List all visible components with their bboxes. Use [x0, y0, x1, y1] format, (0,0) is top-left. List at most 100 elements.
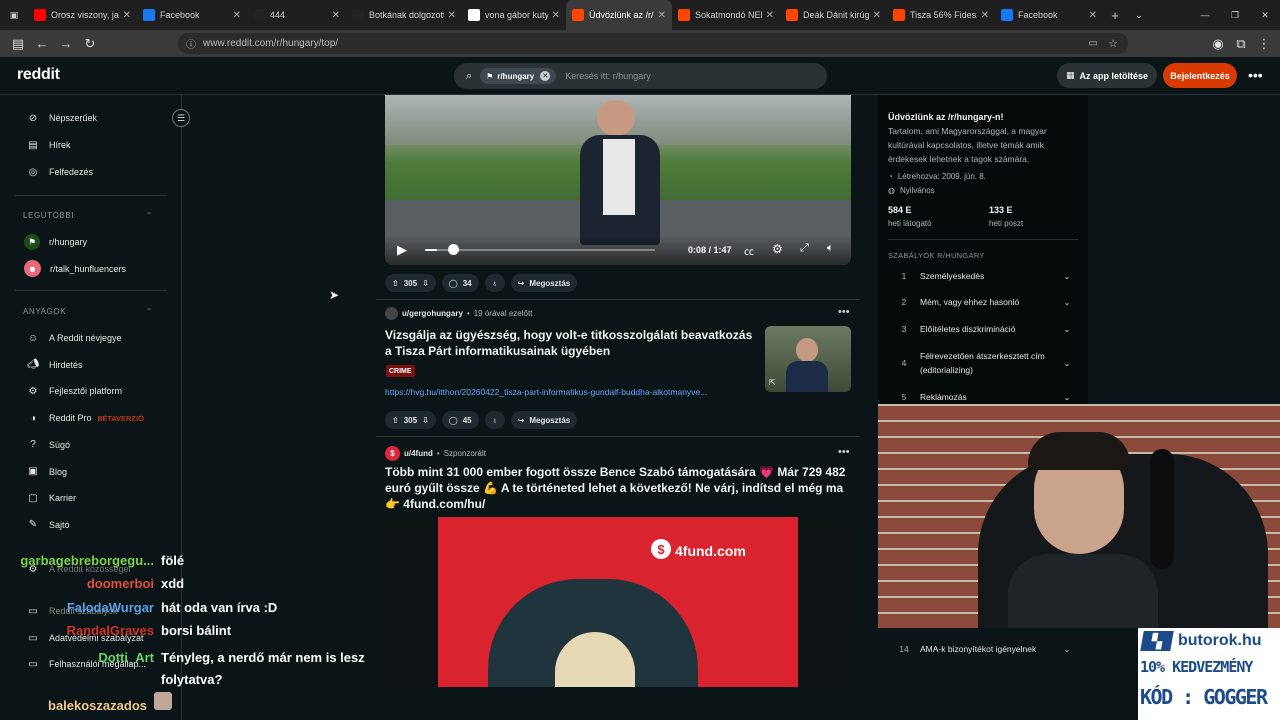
comment-count: 34 — [462, 278, 472, 288]
restore-icon[interactable]: ❐ — [1220, 0, 1250, 30]
browser-tab[interactable]: Facebook ✕ — [137, 0, 247, 30]
close-tab-icon[interactable]: ✕ — [448, 10, 456, 21]
video-progress-track[interactable] — [425, 249, 655, 251]
close-tab-icon[interactable]: ✕ — [1089, 10, 1097, 21]
share-button[interactable]: ↪ Megosztás — [510, 274, 578, 292]
favorite-star-icon[interactable]: ☆ — [1108, 37, 1118, 50]
site-info-icon[interactable]: ⓘ — [186, 36, 196, 51]
reload-icon[interactable]: ↻ — [78, 36, 102, 52]
browser-tab[interactable]: Tisza 56% Fidesz 21 ✕ — [887, 0, 995, 30]
new-tab-button[interactable]: + — [1103, 0, 1127, 30]
ad-image[interactable]: $ 4fund.com — [385, 517, 851, 687]
post-title[interactable]: Több mint 31 000 ember fogott össze Benc… — [385, 464, 855, 512]
tab-search-icon[interactable]: ⌄ — [1127, 0, 1151, 30]
back-icon[interactable]: ← — [30, 36, 54, 51]
extensions-icon[interactable]: ⧉ — [1229, 36, 1253, 52]
downvote-icon[interactable]: ⇩ — [422, 279, 429, 288]
upvote-icon[interactable]: ⇧ — [392, 416, 399, 425]
browser-tab[interactable]: vona gábor kutya - ✕ — [462, 0, 566, 30]
address-bar[interactable]: ⓘ www.reddit.com/r/hungary/top/ ▭ ☆ — [178, 33, 1128, 54]
post-link[interactable]: https://hvg.hu/itthon/20260422_tisza-par… — [385, 387, 759, 397]
reddit-logo[interactable]: reddit — [17, 66, 60, 84]
search-input[interactable]: Keresés itt: r/hungary — [565, 71, 651, 81]
comments-button[interactable]: ◯ 45 — [441, 411, 479, 429]
sidebar-item-resource[interactable]: 📣︎ Hirdetés — [26, 358, 83, 372]
post-thumbnail[interactable]: ⇱ — [765, 326, 851, 392]
comments-button[interactable]: ◯ 34 — [441, 274, 479, 292]
user-avatar[interactable] — [385, 307, 398, 320]
login-button[interactable]: Bejelentkezés — [1163, 63, 1237, 88]
post-actions: ⇧ 305 ⇩ ◯ 34 ♁ ↪ Megosztás — [385, 274, 578, 292]
browser-tab[interactable]: Botkának dolgozott ✕ — [346, 0, 462, 30]
sidebar-toggle-icon[interactable]: ▤ — [6, 36, 30, 52]
rule-item-5[interactable]: 5 Reklámozás ⌄ — [888, 391, 1073, 403]
captions-icon[interactable]: ㏄ — [744, 243, 754, 258]
sidebar-item-resource[interactable]: ✎ Sajtó — [26, 518, 70, 532]
browser-tab[interactable]: Facebook ✕ — [995, 0, 1103, 30]
rule-item-2[interactable]: 2 Mém, vagy ehhez hasonló ⌄ — [888, 297, 1073, 307]
recent-section-header[interactable]: LEGUTÓBBI ⌃ — [23, 211, 153, 220]
browser-tab[interactable]: 444 ✕ — [247, 0, 346, 30]
stat-posts-value: 133 E — [989, 205, 1013, 215]
sidebar-item-explore[interactable]: ◎ Felfedezés — [26, 165, 93, 179]
profile-icon[interactable]: ◉ — [1206, 36, 1230, 52]
tab-actions-icon[interactable]: ▣ — [0, 0, 28, 30]
sidebar-item-popular[interactable]: ⊘ Népszerűek — [26, 111, 97, 125]
close-tab-icon[interactable]: ✕ — [552, 10, 560, 21]
get-app-button[interactable]: ▦ Az app letöltése — [1057, 63, 1157, 88]
chip-close-icon[interactable]: ✕ — [540, 71, 551, 81]
rule-item-1[interactable]: 1 Személyeskedés ⌄ — [888, 271, 1073, 281]
close-tab-icon[interactable]: ✕ — [658, 10, 666, 21]
sidebar-item-resource[interactable]: ⚙ Fejlesztői platform — [26, 384, 123, 398]
sidebar-item-resource[interactable]: ◑ Reddit Pro BÉTAVERZIÓ — [26, 411, 144, 425]
browser-menu-icon[interactable]: ⋮ — [1252, 36, 1276, 52]
post-title[interactable]: Vizsgálja az ügyészség, hogy volt-e titk… — [385, 327, 755, 359]
sidebar-item-resource[interactable]: ? Súgó — [26, 438, 70, 452]
close-tab-icon[interactable]: ✕ — [233, 10, 241, 21]
close-window-icon[interactable]: ✕ — [1250, 0, 1280, 30]
sidebar-item-r-talk-hunfluencers[interactable]: ☻ r/talk_hunfluencers — [24, 260, 126, 277]
award-button[interactable]: ♁ — [484, 411, 505, 429]
sidebar-item-r-hungary[interactable]: ⚑ r/hungary — [24, 234, 87, 250]
close-tab-icon[interactable]: ✕ — [873, 10, 881, 21]
post-author[interactable]: u/4fund — [404, 449, 433, 458]
reader-mode-icon[interactable]: ▭ — [1089, 38, 1098, 49]
browser-tab[interactable]: Orosz viszony, jachts ✕ — [28, 0, 137, 30]
rule-item-3[interactable]: 3 Előítéletes diszkrimináció ⌄ — [888, 324, 1073, 334]
collapse-sidebar-icon[interactable]: ☰ — [172, 109, 190, 127]
close-tab-icon[interactable]: ✕ — [332, 10, 340, 21]
4fund-avatar[interactable]: $ — [385, 446, 400, 461]
sidebar-item-news[interactable]: ▤ Hírek — [26, 138, 70, 152]
post-flair[interactable]: CRIME — [386, 365, 415, 377]
forward-icon[interactable]: → — [54, 36, 78, 51]
browser-tab[interactable]: Üdvözlünk az /r/hu ✕ — [566, 0, 672, 30]
resources-section-header[interactable]: ANYAGOK ⌃ — [23, 307, 153, 316]
sidebar-item-resource[interactable]: ▣ Blog — [26, 465, 67, 479]
post-options-icon[interactable]: ••• — [838, 306, 850, 318]
sidebar-item-resource[interactable]: ☺ A Reddit névjegye — [26, 331, 122, 345]
video-player[interactable]: ▶ 0:08 / 1:47 ㏄ ⚙ ⤢ 🔈︎ — [385, 95, 851, 265]
post-options-icon[interactable]: ••• — [838, 446, 850, 458]
search-bar[interactable]: ⌕ ⚑ r/hungary ✕ Keresés itt: r/hungary — [454, 63, 827, 89]
browser-tab[interactable]: Sokatmondó NER k ✕ — [672, 0, 780, 30]
fullscreen-icon[interactable]: ⤢ — [800, 242, 809, 255]
close-tab-icon[interactable]: ✕ — [981, 10, 989, 21]
share-button[interactable]: ↪ Megosztás — [510, 411, 578, 429]
post-author[interactable]: u/gergohungary — [402, 309, 463, 318]
minimize-icon[interactable]: — — [1190, 0, 1220, 30]
close-tab-icon[interactable]: ✕ — [123, 10, 131, 21]
downvote-icon[interactable]: ⇩ — [422, 416, 429, 425]
upvote-icon[interactable]: ⇧ — [392, 279, 399, 288]
community-chip[interactable]: ⚑ r/hungary ✕ — [480, 68, 557, 84]
award-button[interactable]: ♁ — [484, 274, 505, 292]
browser-tab[interactable]: Deák Dánit kirúgták ✕ — [780, 0, 887, 30]
close-tab-icon[interactable]: ✕ — [766, 10, 774, 21]
volume-icon[interactable]: 🔈︎ — [827, 242, 834, 255]
play-icon[interactable]: ▶ — [397, 242, 407, 258]
video-scrubber-handle[interactable] — [447, 244, 459, 255]
sidebar-item-resource[interactable]: ▢ Karrier — [26, 491, 76, 505]
more-options-icon[interactable]: ••• — [1248, 67, 1263, 83]
rule-item-4[interactable]: 4 Félrevezetően átszerkesztett cím (edito… — [888, 349, 1073, 377]
rule-item-14[interactable]: 14 AMA-k bizonyítékot igényelnek ⌄ — [888, 644, 1073, 654]
settings-gear-icon[interactable]: ⚙ — [772, 242, 783, 256]
